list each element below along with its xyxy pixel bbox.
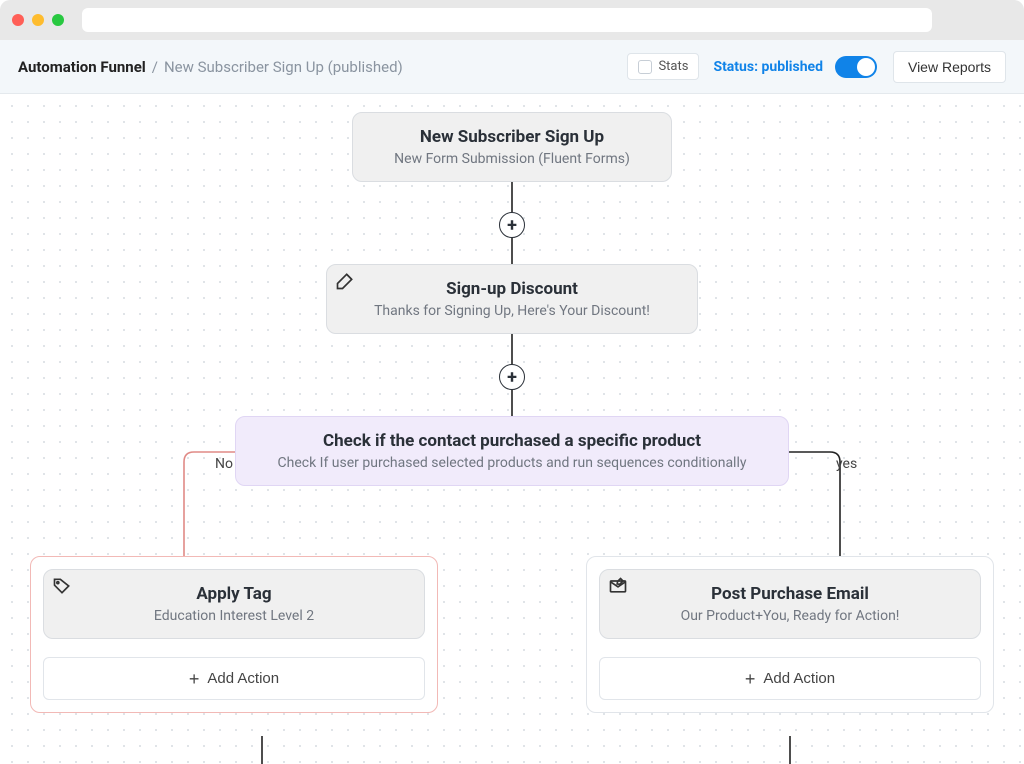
add-action-label: Add Action xyxy=(207,670,279,687)
add-action-button-no[interactable]: + Add Action xyxy=(43,657,425,700)
toggle-knob xyxy=(857,58,875,76)
automation-canvas[interactable]: New Subscriber Sign Up New Form Submissi… xyxy=(0,94,1024,764)
branch-yes-container: Post Purchase Email Our Product+You, Rea… xyxy=(586,556,994,713)
edit-icon xyxy=(335,271,355,291)
node-post-purchase-title: Post Purchase Email xyxy=(620,584,960,604)
node-signup-discount[interactable]: Sign-up Discount Thanks for Signing Up, … xyxy=(326,264,698,334)
status-toggle[interactable] xyxy=(835,56,877,78)
node-condition-sub: Check If user purchased selected product… xyxy=(256,455,768,471)
stats-toggle[interactable]: Stats xyxy=(627,53,699,80)
node-condition-title: Check if the contact purchased a specifi… xyxy=(256,431,768,451)
branch-no-container: Apply Tag Education Interest Level 2 + A… xyxy=(30,556,438,713)
page-header: Automation Funnel / New Subscriber Sign … xyxy=(0,40,1024,94)
tag-icon xyxy=(52,576,72,596)
url-bar[interactable] xyxy=(82,8,932,32)
add-step-button-2[interactable]: + xyxy=(499,364,525,390)
node-apply-tag-title: Apply Tag xyxy=(64,584,404,604)
minimize-window-button[interactable] xyxy=(32,14,44,26)
node-post-purchase-email[interactable]: Post Purchase Email Our Product+You, Rea… xyxy=(599,569,981,639)
node-trigger-sub: New Form Submission (Fluent Forms) xyxy=(373,151,651,167)
stats-checkbox[interactable] xyxy=(638,60,652,74)
node-apply-tag[interactable]: Apply Tag Education Interest Level 2 xyxy=(43,569,425,639)
add-action-label: Add Action xyxy=(763,670,835,687)
add-action-button-yes[interactable]: + Add Action xyxy=(599,657,981,700)
maximize-window-button[interactable] xyxy=(52,14,64,26)
node-apply-tag-sub: Education Interest Level 2 xyxy=(64,608,404,624)
mail-edit-icon xyxy=(608,576,628,596)
status-text: Status: published xyxy=(713,59,823,75)
breadcrumb: Automation Funnel / New Subscriber Sign … xyxy=(18,58,403,76)
breadcrumb-separator: / xyxy=(152,58,158,76)
breadcrumb-current: New Subscriber Sign Up (published) xyxy=(164,58,403,76)
window-titlebar xyxy=(0,0,1024,40)
add-step-button-1[interactable]: + xyxy=(499,212,525,238)
node-signup-discount-title: Sign-up Discount xyxy=(347,279,677,299)
node-signup-discount-sub: Thanks for Signing Up, Here's Your Disco… xyxy=(347,303,677,319)
node-post-purchase-sub: Our Product+You, Ready for Action! xyxy=(620,608,960,624)
view-reports-button[interactable]: View Reports xyxy=(893,51,1006,83)
branch-label-yes: yes xyxy=(836,456,857,472)
node-trigger-title: New Subscriber Sign Up xyxy=(373,127,651,147)
traffic-lights xyxy=(12,14,64,26)
close-window-button[interactable] xyxy=(12,14,24,26)
branch-label-no: No xyxy=(215,456,233,472)
breadcrumb-root[interactable]: Automation Funnel xyxy=(18,58,146,76)
stats-label: Stats xyxy=(658,59,688,74)
node-trigger[interactable]: New Subscriber Sign Up New Form Submissi… xyxy=(352,112,672,182)
node-condition[interactable]: Check if the contact purchased a specifi… xyxy=(235,416,789,486)
